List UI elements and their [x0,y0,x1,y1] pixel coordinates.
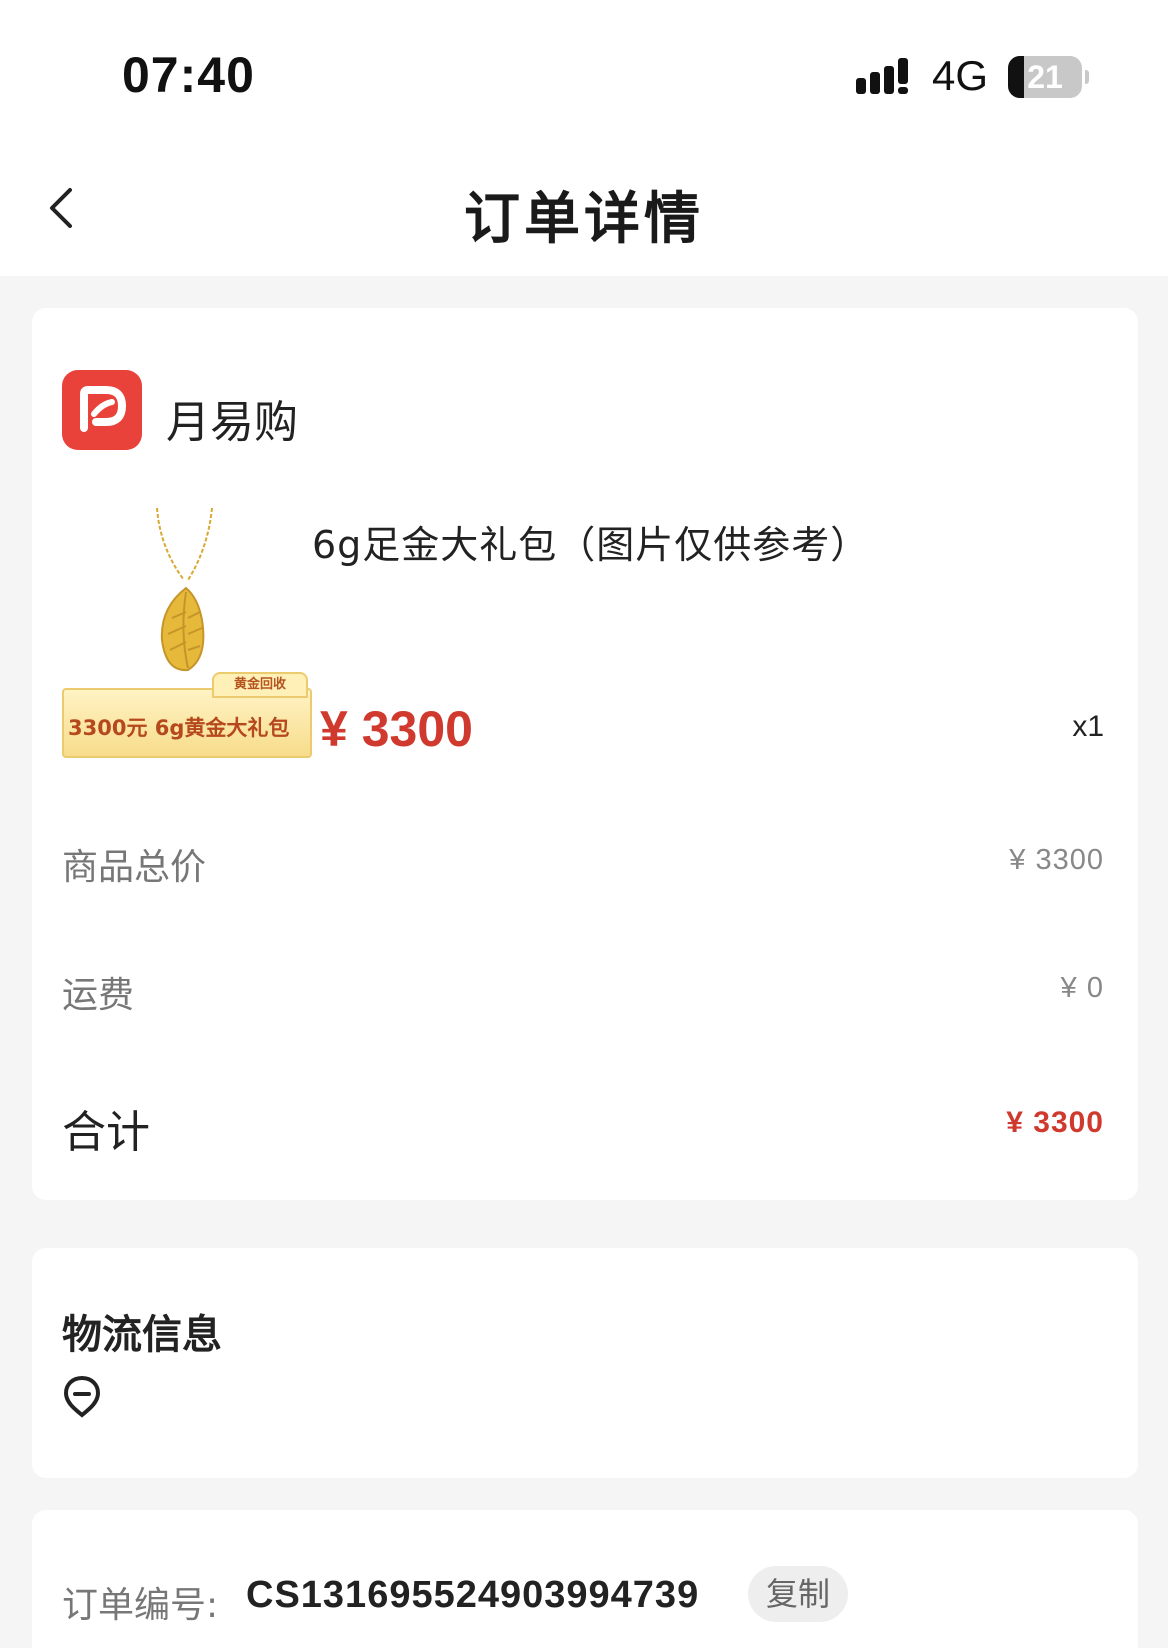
shop-name[interactable]: 月易购 [166,386,298,450]
banner-tag: 黄金回收 [212,672,308,698]
product-image[interactable]: 黄金回收 3300元 6g黄金大礼包 [62,508,312,758]
battery-level: 21 [1027,59,1063,95]
total-label: 合计 [62,1107,150,1158]
goods-total-label: 商品总价 [62,847,207,888]
shipping-label: 运费 [62,975,135,1016]
shipping-value: ¥ 0 [1060,972,1104,1004]
logistics-title: 物流信息 [62,1312,222,1358]
product-banner: 黄金回收 3300元 6g黄金大礼包 [62,672,312,758]
status-time: 07:40 [122,47,255,103]
order-info-card: 订单编号: CS131695524903994739 复制 [32,1510,1138,1648]
order-number-label: 订单编号: [62,1585,219,1626]
goods-total-value: ¥ 3300 [1009,844,1104,876]
shop-logo-icon [62,370,142,450]
product-price: ¥ 3300 [320,701,473,757]
nav-bar: 订单详情 [0,140,1168,276]
logistics-card: 物流信息 [32,1248,1138,1478]
page-title: 订单详情 [464,187,704,252]
order-card: 月易购 黄金回收 3300元 6g黄金大礼包 6g足金大礼包（图片仅供参考） ¥… [32,308,1138,1200]
battery-icon: 21 [1008,56,1089,98]
product-quantity: x1 [1072,710,1104,743]
product-name[interactable]: 6g足金大礼包（图片仅供参考） [312,514,869,569]
total-value: ¥ 3300 [1006,1106,1104,1139]
status-bar: 07:40 4G 21 [0,0,1168,140]
copy-button[interactable]: 复制 [748,1566,848,1622]
signal-bars-icon [856,58,908,94]
order-number-value: CS131695524903994739 [246,1574,700,1616]
location-pin-icon [63,1375,101,1418]
banner-text: 3300元 6g黄金大礼包 [68,716,290,740]
gold-feather-necklace-image [156,508,213,672]
network-type: 4G [932,52,989,99]
